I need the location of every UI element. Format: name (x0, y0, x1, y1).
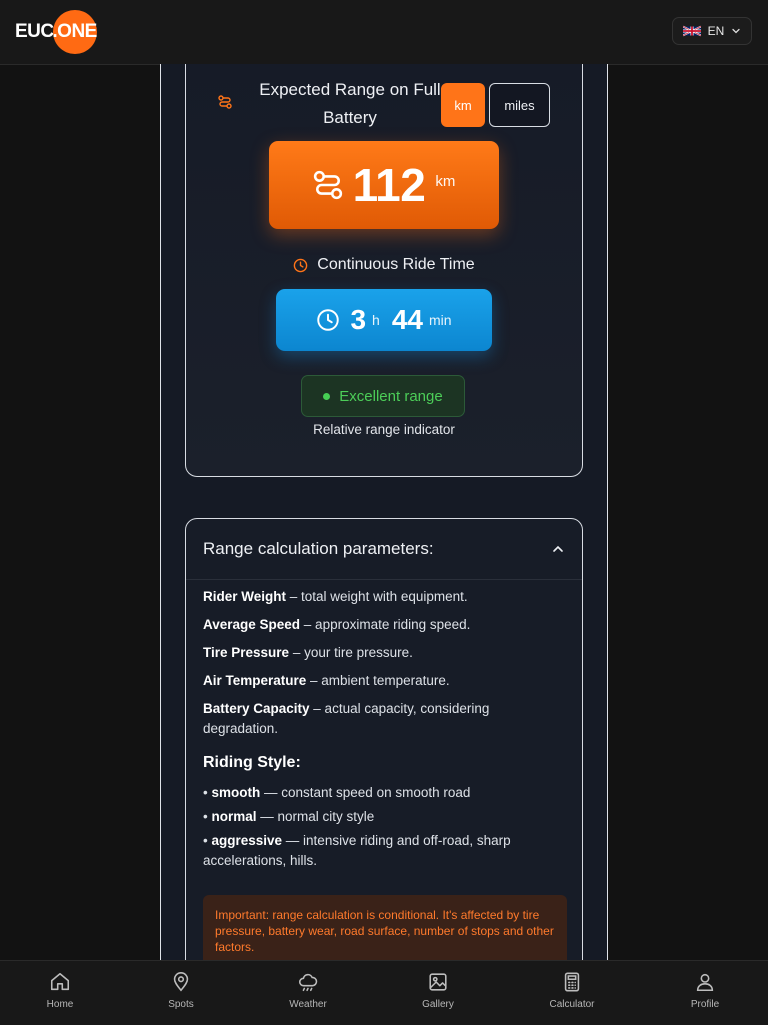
nav-gallery-label: Gallery (422, 999, 454, 1010)
logo-text-euc: EUC (15, 21, 54, 42)
euc-one-logo[interactable]: EUC .ONE (15, 10, 97, 54)
nav-profile[interactable]: Profile (660, 971, 750, 1010)
parameters-header[interactable]: Range calculation parameters: (186, 519, 582, 580)
route-icon (313, 170, 343, 200)
route-icon (218, 95, 232, 109)
parameters-body: Rider Weight – total weight with equipme… (203, 587, 563, 875)
nav-calculator-label: Calculator (549, 999, 595, 1010)
nav-home-label: Home (46, 999, 74, 1010)
riding-style-title: Riding Style: (203, 754, 301, 771)
range-indicator-note: Relative range indicator (313, 422, 455, 437)
nav-calculator[interactable]: Calculator (527, 971, 617, 1010)
ride-time-title: Continuous Ride Time (317, 256, 475, 273)
param-item: Air Temperature – ambient temperature. (203, 673, 450, 688)
user-icon (694, 971, 716, 993)
range-header: Expected Range on Full Battery km miles (218, 76, 553, 134)
range-status-badge: Excellent range (301, 375, 465, 417)
ride-time-header: Continuous Ride Time (186, 256, 582, 274)
ride-time-box: 3 h 44 min (276, 289, 492, 351)
map-pin-icon (170, 971, 192, 993)
param-item: Rider Weight – total weight with equipme… (203, 589, 468, 604)
nav-weather[interactable]: Weather (263, 971, 353, 1010)
riding-style-item: • normal — normal city style (203, 809, 375, 824)
range-result-card: Expected Range on Full Battery km miles … (185, 64, 583, 477)
status-dot (323, 392, 331, 400)
nav-weather-label: Weather (289, 999, 327, 1010)
range-title: Expected Range on Full Battery (259, 80, 441, 127)
bottom-navigation: Home Spots Weather Gallery Calculator Pr… (0, 960, 768, 1025)
nav-profile-label: Profile (690, 999, 720, 1010)
logo-text-one: .ONE (52, 10, 97, 54)
chevron-down-icon (731, 26, 741, 36)
range-unit: km (435, 172, 456, 190)
nav-spots[interactable]: Spots (136, 971, 226, 1010)
language-selector[interactable]: EN (672, 17, 752, 45)
main-content[interactable]: Expected Range on Full Battery km miles … (160, 64, 608, 960)
chevron-up-icon[interactable] (552, 543, 564, 555)
clock-icon (316, 308, 340, 332)
riding-style-item: • smooth — constant speed on smooth road (203, 785, 471, 800)
nav-spots-label: Spots (168, 999, 194, 1010)
ride-minutes-unit: min (428, 312, 452, 328)
unit-miles-button[interactable]: miles (489, 83, 550, 127)
param-item: Tire Pressure – your tire pressure. (203, 645, 413, 660)
ride-hours: 3 (350, 304, 367, 335)
nav-home[interactable]: Home (15, 971, 105, 1010)
range-value: 112 (352, 159, 426, 211)
param-item: Battery Capacity – actual capacity, cons… (203, 701, 490, 736)
param-item: Average Speed – approximate riding speed… (203, 617, 471, 632)
language-label: EN (707, 24, 725, 38)
riding-style-item: • aggressive — intensive riding and off-… (203, 833, 511, 868)
ride-hours-unit: h (372, 312, 380, 328)
range-status-label: Excellent range (339, 387, 443, 405)
ride-minutes: 44 (391, 304, 423, 335)
range-value-box: 112 km (269, 141, 499, 229)
unit-km-button[interactable]: km (441, 83, 485, 127)
home-icon (49, 971, 71, 993)
range-warning-note: Important: range calculation is conditio… (203, 895, 567, 960)
image-icon (427, 971, 449, 993)
range-parameters-card: Range calculation parameters: Rider Weig… (185, 518, 583, 960)
nav-gallery[interactable]: Gallery (393, 971, 483, 1010)
cloud-icon (297, 971, 319, 993)
parameters-title: Range calculation parameters: (203, 539, 434, 558)
uk-flag-icon (682, 25, 701, 37)
calculator-icon (561, 971, 583, 993)
top-bar: EUC .ONE EN (0, 0, 768, 65)
clock-icon (293, 258, 308, 273)
